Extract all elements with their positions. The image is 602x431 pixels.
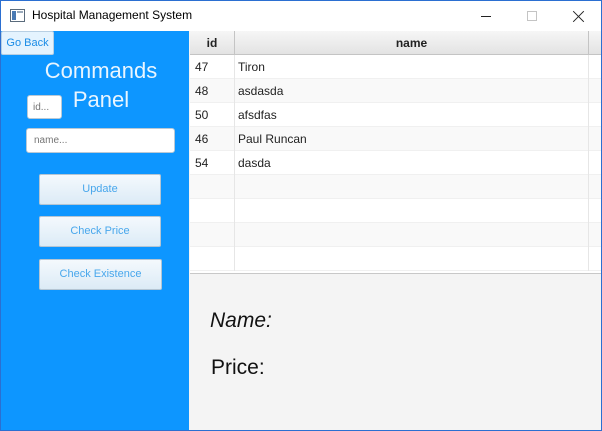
cell-id: 46 xyxy=(190,127,235,151)
commands-panel: Go Back Commands Panel Update Check Pric… xyxy=(1,31,189,430)
cell-name: afsdfas xyxy=(235,103,589,127)
title-line-1: Commands xyxy=(44,58,158,83)
empty-cell xyxy=(589,175,601,199)
cell-filler xyxy=(589,55,601,79)
table-body: 47 Tiron 48 asdasda 50 afsdfas 46 Paul Runcan 54… xyxy=(190,55,601,271)
table-row[interactable]: 47 Tiron xyxy=(190,55,601,79)
empty-table-row xyxy=(190,199,601,223)
cell-filler xyxy=(589,127,601,151)
window-title: Hospital Management System xyxy=(32,8,193,22)
maximize-button[interactable] xyxy=(509,1,555,31)
app-window: Hospital Management System Go Back Comma… xyxy=(0,0,602,431)
title-bar: Hospital Management System xyxy=(1,1,601,31)
cell-name: Tiron xyxy=(235,55,589,79)
cell-id: 50 xyxy=(190,103,235,127)
name-label: Name: xyxy=(210,309,272,332)
column-header-id[interactable]: id xyxy=(190,31,235,55)
empty-cell xyxy=(589,247,601,271)
empty-cell xyxy=(235,199,589,223)
empty-cell xyxy=(190,247,235,271)
cell-id: 47 xyxy=(190,55,235,79)
minimize-button[interactable] xyxy=(463,1,509,31)
cell-name: dasda xyxy=(235,151,589,175)
id-input[interactable] xyxy=(27,95,62,119)
empty-cell xyxy=(235,223,589,247)
go-back-button[interactable]: Go Back xyxy=(1,31,54,55)
header-filler xyxy=(589,31,601,55)
empty-cell xyxy=(589,199,601,223)
empty-table-row xyxy=(190,247,601,271)
cell-filler xyxy=(589,103,601,127)
details-panel: Name: Price: xyxy=(190,275,601,430)
table-row[interactable]: 46 Paul Runcan xyxy=(190,127,601,151)
empty-table-row xyxy=(190,175,601,199)
cell-name: Paul Runcan xyxy=(235,127,589,151)
update-button[interactable]: Update xyxy=(39,174,161,205)
empty-cell xyxy=(190,175,235,199)
empty-cell xyxy=(235,175,589,199)
empty-cell xyxy=(190,199,235,223)
app-window-icon xyxy=(10,9,25,22)
table-row[interactable]: 48 asdasda xyxy=(190,79,601,103)
table-row[interactable]: 50 afsdfas xyxy=(190,103,601,127)
close-button[interactable] xyxy=(555,1,601,31)
empty-cell xyxy=(235,247,589,271)
empty-cell xyxy=(589,223,601,247)
cell-filler xyxy=(589,79,601,103)
cell-id: 48 xyxy=(190,79,235,103)
cell-id: 54 xyxy=(190,151,235,175)
close-icon xyxy=(572,10,585,23)
cell-filler xyxy=(589,151,601,175)
table-header: id name xyxy=(190,31,601,55)
table-row[interactable]: 54 dasda xyxy=(190,151,601,175)
check-price-button[interactable]: Check Price xyxy=(39,216,161,247)
empty-table-row xyxy=(190,223,601,247)
empty-cell xyxy=(190,223,235,247)
records-table[interactable]: id name 47 Tiron 48 asdasda 50 afsdfas 46 Paul … xyxy=(190,31,601,274)
name-input[interactable] xyxy=(26,128,175,153)
check-existence-button[interactable]: Check Existence xyxy=(39,259,162,290)
cell-name: asdasda xyxy=(235,79,589,103)
maximize-icon xyxy=(527,11,537,21)
minimize-icon xyxy=(481,15,491,17)
column-header-name[interactable]: name xyxy=(235,31,589,55)
price-label: Price: xyxy=(211,356,265,379)
